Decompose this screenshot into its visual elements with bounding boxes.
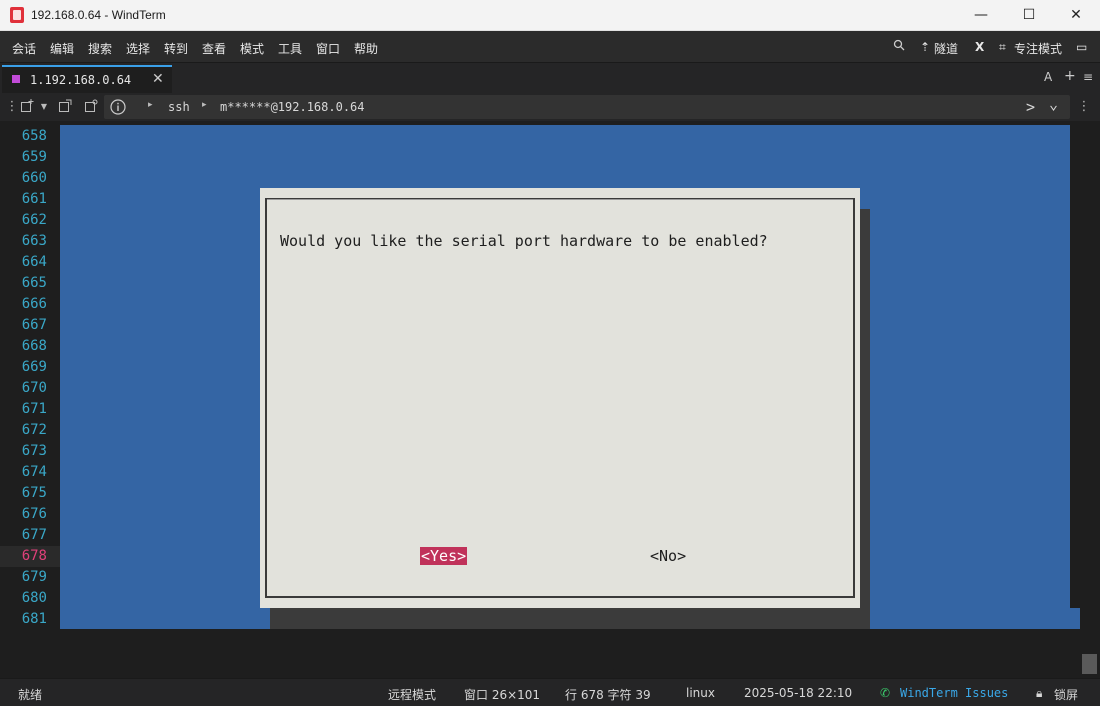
breadcrumb-arrow-icon: ▸ [202, 100, 207, 110]
breadcrumb-host[interactable]: m******@192.168.0.64 [220, 100, 365, 114]
menu-bar: 会话 编辑 搜索 选择 转到 查看 模式 工具 窗口 帮助 ⇡ 隧道 X ⌗ 专… [0, 31, 1100, 63]
line-number: 681 [21, 611, 47, 627]
grip-icon: ⋮ [5, 98, 19, 114]
focus-icon: ⌗ [999, 40, 1006, 54]
menu-view[interactable]: 查看 [202, 40, 226, 57]
status-window-size: 窗口 26×101 [464, 688, 541, 702]
yes-button[interactable]: <Yes> [420, 547, 468, 565]
line-number: 671 [21, 401, 47, 417]
menu-mode[interactable]: 模式 [240, 40, 264, 57]
breadcrumb-protocol[interactable]: ssh [168, 100, 190, 114]
breadcrumb-arrow-icon: ▸ [148, 100, 153, 110]
address-bar: ⋮ ▼ ▸ ssh ▸ m******@192.168.0.64 > ⌄ ⋮ [0, 93, 1100, 121]
line-number: 680 [21, 590, 47, 606]
open-session-icon[interactable] [57, 98, 73, 114]
chevron-down-icon[interactable]: ⌄ [1049, 95, 1058, 113]
line-number: 668 [21, 338, 47, 354]
minimize-button[interactable]: — [958, 0, 1004, 30]
line-number: 672 [21, 422, 47, 438]
line-number: 658 [21, 128, 47, 144]
tab-color-icon [12, 75, 20, 83]
tunnel-button[interactable]: 隧道 [934, 40, 958, 57]
tab-label: 1.192.168.0.64 [30, 73, 132, 87]
menu-edit[interactable]: 编辑 [50, 40, 74, 57]
line-number: 659 [21, 149, 47, 165]
no-button[interactable]: <No> [650, 547, 686, 565]
line-number: 665 [21, 275, 47, 291]
new-tab-button[interactable]: + [1064, 68, 1076, 84]
focus-mode-button[interactable]: 专注模式 [1014, 40, 1062, 57]
line-number: 662 [21, 212, 47, 228]
duplicate-session-icon[interactable] [83, 98, 99, 114]
line-number: 664 [21, 254, 47, 270]
chevron-down-icon[interactable]: ▼ [36, 98, 52, 114]
scrollbar-thumb[interactable] [1082, 654, 1097, 674]
line-number: 678 [0, 546, 60, 567]
app-icon [10, 7, 24, 23]
menu-search[interactable]: 搜索 [88, 40, 112, 57]
line-number: 676 [21, 506, 47, 522]
window-title: 192.168.0.64 - WindTerm [31, 8, 166, 22]
background-row [870, 608, 1080, 629]
chevron-right-icon[interactable]: > [1026, 98, 1035, 116]
issues-link[interactable]: WindTerm Issues [900, 686, 1008, 700]
line-number: 667 [21, 317, 47, 333]
terminal[interactable]: Would you like the serial port hardware … [0, 125, 1100, 670]
status-remote-mode[interactable]: 远程模式 [388, 686, 436, 703]
maximize-button[interactable]: ☐ [1006, 0, 1052, 30]
tab-bar: 1.192.168.0.64 ✕ A + ≡ [0, 63, 1100, 93]
dialog-frame [265, 198, 855, 598]
menu-window[interactable]: 窗口 [316, 40, 340, 57]
address-field[interactable]: ▸ ssh ▸ m******@192.168.0.64 > ⌄ [104, 95, 1070, 119]
line-number: 677 [21, 527, 47, 543]
line-number: 674 [21, 464, 47, 480]
new-session-icon[interactable] [19, 98, 35, 114]
dialog-shadow [270, 608, 870, 629]
close-button[interactable]: ✕ [1053, 0, 1099, 30]
tab-close-icon[interactable]: ✕ [152, 71, 164, 87]
line-number: 675 [21, 485, 47, 501]
lock-icon: 🔒︎ [1036, 686, 1043, 700]
dialog-shadow [860, 209, 870, 629]
lock-screen-button[interactable]: 锁屏 [1054, 686, 1078, 703]
menu-help[interactable]: 帮助 [354, 40, 378, 57]
info-icon[interactable] [110, 99, 126, 115]
status-os: linux [686, 686, 715, 700]
line-number: 670 [21, 380, 47, 396]
confirm-dialog: Would you like the serial port hardware … [260, 188, 860, 608]
menu-select[interactable]: 选择 [126, 40, 150, 57]
title-bar: 192.168.0.64 - WindTerm — ☐ ✕ [0, 0, 1100, 31]
menu-goto[interactable]: 转到 [164, 40, 188, 57]
line-number: 679 [21, 569, 47, 585]
line-number: 663 [21, 233, 47, 249]
tab-menu-button[interactable]: ≡ [1083, 70, 1093, 84]
font-size-button[interactable]: A [1044, 70, 1052, 84]
menu-session[interactable]: 会话 [12, 40, 36, 57]
status-ready: 就绪 [18, 688, 43, 702]
status-bar: 就绪 远程模式 窗口 26×101 行 678 字符 39 linux 2025… [0, 678, 1100, 706]
line-number: 673 [21, 443, 47, 459]
layout-icon[interactable]: ▭ [1076, 40, 1087, 54]
line-number: 661 [21, 191, 47, 207]
line-number: 660 [21, 170, 47, 186]
line-number: 669 [21, 359, 47, 375]
line-number: 666 [21, 296, 47, 312]
x-button[interactable]: X [975, 40, 984, 54]
status-position[interactable]: 行 678 字符 39 [565, 686, 651, 703]
tab-session-1[interactable]: 1.192.168.0.64 ✕ [2, 65, 172, 93]
background-row [60, 608, 270, 629]
dialog-message: Would you like the serial port hardware … [280, 232, 768, 250]
tunnel-icon: ⇡ [920, 40, 931, 54]
more-icon[interactable]: ⋮ [1076, 98, 1092, 114]
status-datetime: 2025-05-18 22:10 [744, 686, 853, 700]
search-icon[interactable] [893, 39, 905, 54]
menu-tools[interactable]: 工具 [278, 40, 302, 57]
phone-icon: ✆ [880, 686, 891, 700]
